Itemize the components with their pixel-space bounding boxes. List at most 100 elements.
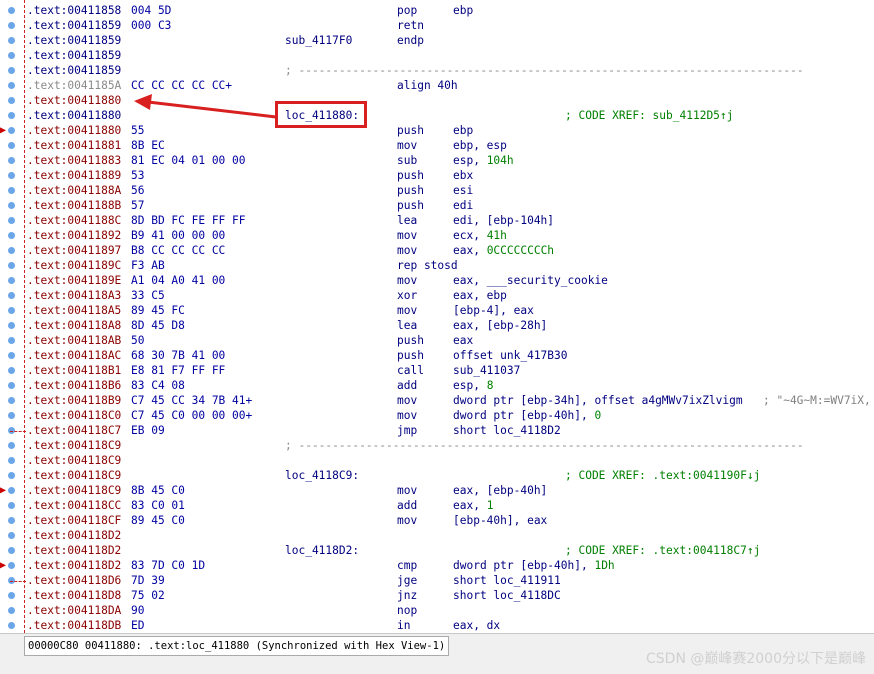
breakpoint-dot[interactable] <box>8 202 15 209</box>
listing-row[interactable]: .text:0041188A 56 push esi <box>27 183 874 198</box>
address[interactable]: .text:00411889 <box>27 168 121 183</box>
breakpoint-dot[interactable] <box>8 217 15 224</box>
listing-row[interactable]: .text:004118DA 90 nop <box>27 603 874 618</box>
operands[interactable]: dword ptr [ebp-40h], 1Dh <box>453 558 615 573</box>
listing-row[interactable]: .text:00411858 004 5D pop ebp <box>27 3 874 18</box>
breakpoint-dot[interactable] <box>8 487 15 494</box>
breakpoint-dot[interactable] <box>8 562 15 569</box>
address[interactable]: .text:0041188B <box>27 198 121 213</box>
listing-row[interactable]: .text:00411880 55 push ebp <box>27 123 874 138</box>
address[interactable]: .text:00411859 <box>27 48 121 63</box>
address[interactable]: .text:004118C9 <box>27 483 121 498</box>
address[interactable]: .text:004118B6 <box>27 378 121 393</box>
listing-row[interactable]: .text:004118CC 83 C0 01 add eax, 1 <box>27 498 874 513</box>
breakpoint-dot[interactable] <box>8 82 15 89</box>
operands[interactable]: esp, 8 <box>453 378 493 393</box>
listing-row[interactable]: .text:004118A3 33 C5 xor eax, ebp <box>27 288 874 303</box>
operands[interactable]: edi <box>453 198 473 213</box>
breakpoint-dot[interactable] <box>8 127 15 134</box>
address[interactable]: .text:004118D2 <box>27 558 121 573</box>
listing-row[interactable]: .text:00411892 B9 41 00 00 00 mov ecx, 41h <box>27 228 874 243</box>
address[interactable]: .text:004118A3 <box>27 288 121 303</box>
operands[interactable]: offset unk_417B30 <box>453 348 568 363</box>
operands[interactable]: dword ptr [ebp-40h], 0 <box>453 408 601 423</box>
address[interactable]: .text:004118A8 <box>27 318 121 333</box>
breakpoint-dot[interactable] <box>8 592 15 599</box>
address[interactable]: .text:004118DB <box>27 618 121 633</box>
listing-row[interactable]: .text:004118AC 68 30 7B 41 00 push offset u… <box>27 348 874 363</box>
address[interactable]: .text:004118D8 <box>27 588 121 603</box>
listing-row[interactable]: .text:004118C9 <box>27 453 874 468</box>
address[interactable]: .text:00411859 <box>27 63 121 78</box>
operands[interactable]: short loc_411911 <box>453 573 561 588</box>
address[interactable]: .text:004118A5 <box>27 303 121 318</box>
address[interactable]: .text:004118CC <box>27 498 121 513</box>
operands[interactable]: eax, [ebp-28h] <box>453 318 547 333</box>
operands[interactable]: eax, 1 <box>453 498 493 513</box>
breakpoint-dot[interactable] <box>8 532 15 539</box>
breakpoint-dot[interactable] <box>8 442 15 449</box>
listing-row[interactable]: .text:00411859 ; ------------------------… <box>27 63 874 78</box>
listing-row[interactable]: .text:004118D6 7D 39 jge short loc_411911 <box>27 573 874 588</box>
operands[interactable]: ecx, 41h <box>453 228 507 243</box>
address[interactable]: .text:004118AB <box>27 333 121 348</box>
breakpoint-dot[interactable] <box>8 97 15 104</box>
address[interactable]: .text:00411880 <box>27 108 121 123</box>
listing-row[interactable]: .text:004118A8 8D 45 D8 lea eax, [ebp-28h] <box>27 318 874 333</box>
operands[interactable]: dword ptr [ebp-34h], offset a4gMWv7ixZlv… <box>453 393 743 408</box>
listing-row[interactable]: .text:0041189C F3 AB rep stosd <box>27 258 874 273</box>
operands[interactable]: [ebp-4], eax <box>453 303 534 318</box>
breakpoint-dot[interactable] <box>8 457 15 464</box>
breakpoint-dot[interactable] <box>8 517 15 524</box>
listing-row[interactable]: .text:004118D2 83 7D C0 1D cmp dword ptr [e… <box>27 558 874 573</box>
label[interactable]: sub_4117F0 <box>285 33 352 48</box>
breakpoint-dot[interactable] <box>8 187 15 194</box>
breakpoint-dot[interactable] <box>8 67 15 74</box>
address[interactable]: .text:004118C9 <box>27 453 121 468</box>
breakpoint-dot[interactable] <box>8 277 15 284</box>
breakpoint-dot[interactable] <box>8 7 15 14</box>
breakpoint-dot[interactable] <box>8 412 15 419</box>
breakpoint-dot[interactable] <box>8 292 15 299</box>
address[interactable]: .text:004118AC <box>27 348 121 363</box>
listing-row[interactable]: .text:004118C7 EB 09 jmp short loc_4118D2 <box>27 423 874 438</box>
breakpoint-dot[interactable] <box>8 307 15 314</box>
address[interactable]: .text:004118D2 <box>27 528 121 543</box>
breakpoint-dot[interactable] <box>8 367 15 374</box>
breakpoint-dot[interactable] <box>8 472 15 479</box>
breakpoint-dot[interactable] <box>8 337 15 344</box>
listing-row[interactable]: .text:00411859 000 C3 retn <box>27 18 874 33</box>
breakpoint-dot[interactable] <box>8 112 15 119</box>
address[interactable]: .text:004118B1 <box>27 363 121 378</box>
operands[interactable]: edi, [ebp-104h] <box>453 213 554 228</box>
breakpoint-dot[interactable] <box>8 322 15 329</box>
address[interactable]: .text:0041188A <box>27 183 121 198</box>
address[interactable]: .text:004118C9 <box>27 468 121 483</box>
listing-row[interactable]: .text:0041188C 8D BD FC FE FF FF lea edi, [… <box>27 213 874 228</box>
breakpoint-dot[interactable] <box>8 22 15 29</box>
listing-row[interactable]: .text:004118A5 89 45 FC mov [ebp-4], eax <box>27 303 874 318</box>
address[interactable]: .text:00411880 <box>27 93 121 108</box>
operands[interactable]: ebp <box>453 123 473 138</box>
disassembly-listing[interactable]: .text:00411858 004 5D pop ebp .text:00411859… <box>27 0 874 633</box>
breakpoint-dot[interactable] <box>8 232 15 239</box>
listing-row[interactable]: .text:00411859 <box>27 48 874 63</box>
listing-row[interactable]: .text:004118DB ED in eax, dx <box>27 618 874 633</box>
address[interactable]: .text:004118DA <box>27 603 121 618</box>
address[interactable]: .text:004118D2 <box>27 543 121 558</box>
breakpoint-dot[interactable] <box>8 382 15 389</box>
address[interactable]: .text:004118C0 <box>27 408 121 423</box>
operands[interactable]: eax, dx <box>453 618 500 633</box>
operands[interactable]: short loc_4118DC <box>453 588 561 603</box>
address[interactable]: .text:00411897 <box>27 243 121 258</box>
breakpoint-dot[interactable] <box>8 142 15 149</box>
breakpoint-dot[interactable] <box>8 397 15 404</box>
breakpoint-dot[interactable] <box>8 607 15 614</box>
operands[interactable]: eax, ebp <box>453 288 507 303</box>
operands[interactable]: sub_411037 <box>453 363 520 378</box>
listing-row[interactable]: .text:004118C9 loc_4118C9: ; CODE XREF: .t… <box>27 468 874 483</box>
listing-row[interactable]: .text:004118D8 75 02 jnz short loc_4118DC <box>27 588 874 603</box>
label[interactable]: loc_4118D2: <box>285 543 359 558</box>
operands[interactable]: esi <box>453 183 473 198</box>
address[interactable]: .text:004118C9 <box>27 438 121 453</box>
